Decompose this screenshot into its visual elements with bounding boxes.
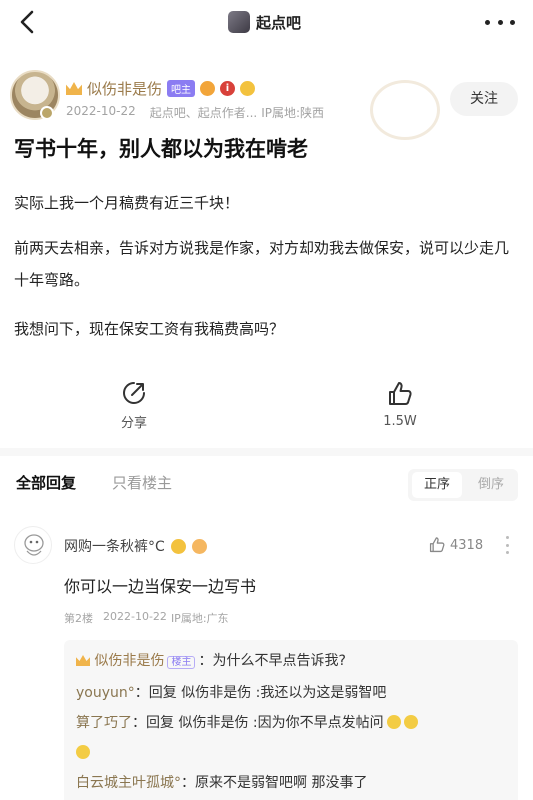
sub-reply: 算了巧了：回复 似伤非是伤 :因为你不早点发帖问 <box>76 710 418 736</box>
post-ip: IP属地:陕西 <box>261 106 325 120</box>
sub-reply-text: ：为什么不早点告诉我? <box>198 653 346 669</box>
reply-tabs: 全部回复 只看楼主 正序 倒序 <box>0 466 533 502</box>
sub-reply-emoji-line <box>76 740 90 766</box>
medal-icon <box>240 81 256 96</box>
owner-tag: 吧主 <box>167 80 196 97</box>
post-title: 写书十年，别人都以为我在啃老 <box>14 137 308 161</box>
post-paragraph: 实际上我一个月稿费有近三千块！ <box>14 194 240 212</box>
medal-icon <box>191 538 207 554</box>
comment-like-button[interactable]: 4318 <box>428 536 483 554</box>
comment-date: 2022-10-22 <box>103 610 167 623</box>
emoji-icon <box>403 715 418 729</box>
back-arrow-icon[interactable] <box>14 8 42 36</box>
comment-ip: IP属地:广东 <box>170 612 229 625</box>
sub-replies[interactable]: 似伤非是伤 楼主 ：为什么不早点告诉我? youyun°：回复 似伤非是伤 :我还以… <box>64 640 518 800</box>
medal-icon <box>170 538 186 554</box>
share-icon <box>123 382 145 404</box>
sort-descending[interactable]: 倒序 <box>468 472 514 498</box>
medal-icon <box>200 81 216 96</box>
thumbs-up-icon <box>389 382 412 405</box>
like-count: 1.5W <box>383 414 417 429</box>
comment-meta: 第2楼 2022-10-22 IP属地:广东 <box>64 610 229 626</box>
commenter-line: 网购一条秋裤°C <box>64 536 207 556</box>
commenter-name[interactable]: 网购一条秋裤°C <box>64 536 165 556</box>
section-divider <box>0 448 533 456</box>
sub-reply: 似伤非是伤 楼主 ：为什么不早点告诉我? <box>76 648 346 676</box>
comment-like-count: 4318 <box>450 537 484 553</box>
crown-icon <box>66 82 82 95</box>
tab-all-replies[interactable]: 全部回复 <box>16 472 76 493</box>
bar-chip[interactable]: 起点吧 <box>222 8 307 36</box>
info-medal-icon: i <box>220 81 236 96</box>
post-meta: 2022-10-22 起点吧、起点作者... IP属地:陕西 <box>66 104 324 121</box>
sub-reply-text: ：回复 似伤非是伤 :因为你不早点发帖问 <box>132 715 384 731</box>
like-button[interactable]: 1.5W <box>370 380 430 429</box>
follow-button[interactable]: 关注 <box>450 82 518 116</box>
post-paragraph: 我想问下，现在保安工资有我稿费高吗？ <box>14 320 285 338</box>
sub-reply-author[interactable]: 白云城主叶孤城° <box>76 775 181 791</box>
share-button[interactable]: 分享 <box>104 380 164 431</box>
sort-toggle: 正序 倒序 <box>408 469 518 501</box>
author-name[interactable]: 似伤非是伤 <box>87 78 162 99</box>
sub-reply-tag: 楼主 <box>167 656 196 669</box>
sub-reply-text: ：回复 似伤非是伤 :我还以为这是弱智吧 <box>134 685 387 701</box>
share-label: 分享 <box>120 416 147 431</box>
crown-icon <box>76 655 90 666</box>
sub-reply-text: ：原来不是弱智吧啊 那没事了 <box>181 775 368 791</box>
commenter-avatar[interactable] <box>14 526 52 564</box>
top-bar: 起点吧 <box>0 0 533 46</box>
post-source: 起点吧、起点作者... <box>149 106 258 120</box>
author-line: 似伤非是伤 吧主 i <box>66 78 256 99</box>
tab-owner-only[interactable]: 只看楼主 <box>112 472 172 493</box>
level-badge-icon <box>40 106 54 120</box>
comment-floor: 第2楼 <box>64 612 93 625</box>
sub-reply-author[interactable]: youyun° <box>76 685 135 701</box>
emoji-icon <box>386 715 401 729</box>
bar-avatar <box>228 11 250 33</box>
post-date: 2022-10-22 <box>66 104 136 118</box>
stamp-decoration <box>370 80 440 140</box>
bar-name: 起点吧 <box>256 13 302 32</box>
post-paragraph: 前两天去相亲，告诉对方说我是作家，对方却劝我去做保安，说可以少走几十年弯路。 <box>14 239 510 289</box>
sub-reply-author[interactable]: 似伤非是伤 <box>94 653 164 669</box>
emoji-icon <box>76 745 90 759</box>
sub-reply: youyun°：回复 似伤非是伤 :我还以为这是弱智吧 <box>76 680 386 706</box>
sub-reply-author[interactable]: 算了巧了 <box>76 715 132 731</box>
thumbs-up-icon <box>429 537 445 553</box>
more-icon[interactable] <box>485 8 515 36</box>
sort-ascending[interactable]: 正序 <box>412 472 462 498</box>
comment-text: 你可以一边当保安一边写书 <box>64 577 257 596</box>
comment-more-icon[interactable] <box>506 536 510 554</box>
sub-reply: 白云城主叶孤城°：原来不是弱智吧啊 那没事了 <box>76 770 367 796</box>
